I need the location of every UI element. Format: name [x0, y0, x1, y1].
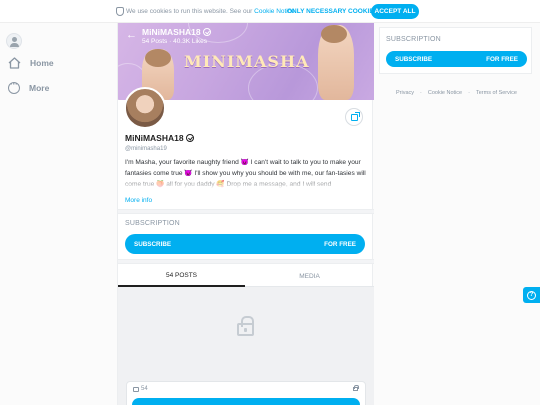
nav-home-label: Home: [30, 58, 54, 68]
sidebar-subscribe-price: FOR FREE: [486, 55, 518, 63]
posts-count: 54 Posts: [142, 38, 168, 45]
only-necessary-cookies-button[interactable]: ONLY NECESSARY COOKIES: [287, 8, 378, 15]
divider: [118, 259, 374, 264]
sidebar-subscribe-button[interactable]: SUBSCRIBE FOR FREE: [386, 51, 527, 67]
banner-watermark: MINIMASHA: [184, 52, 310, 71]
footer-separator: ·: [420, 90, 422, 96]
home-icon: [8, 57, 21, 69]
likes-count: 40.3K Likes: [173, 38, 208, 45]
lock-icon: [353, 385, 359, 391]
accept-all-button[interactable]: ACCEPT ALL: [371, 4, 419, 19]
subscribe-price: FOR FREE: [324, 240, 356, 248]
nav-more-label: More: [29, 83, 50, 93]
avatar-placeholder-icon[interactable]: [6, 33, 22, 49]
nav-item-home[interactable]: Home: [8, 57, 54, 69]
footer-cookie-notice-link[interactable]: Cookie Notice: [428, 90, 462, 96]
tab-posts[interactable]: 54 POSTS: [118, 265, 245, 287]
more-icon: [8, 79, 20, 94]
post-media-count-text: 54: [141, 386, 148, 392]
image-icon: [133, 386, 139, 392]
verified-icon: [185, 134, 194, 142]
subscribe-button[interactable]: SUBSCRIBE FOR FREE: [125, 234, 365, 254]
more-info-link[interactable]: More info: [125, 197, 152, 204]
profile-avatar[interactable]: [124, 87, 166, 129]
locked-content-area: 54: [118, 287, 374, 405]
profile-bio: I'm Masha, your favorite naughty friend …: [125, 157, 368, 189]
subscription-title: SUBSCRIPTION: [125, 220, 180, 227]
verified-icon: [202, 28, 211, 36]
profile-name: MiNiMASHA18: [125, 133, 194, 143]
back-arrow-icon[interactable]: ←: [126, 29, 137, 41]
shield-icon: [116, 7, 124, 16]
lock-icon: [237, 316, 254, 336]
banner-name-text: MiNiMASHA18: [142, 27, 201, 37]
footer-separator: ·: [468, 90, 470, 96]
locked-post-card[interactable]: 54: [126, 381, 366, 405]
sidebar-subscribe-label: SUBSCRIBE: [395, 55, 433, 63]
tab-media[interactable]: MEDIA: [246, 265, 373, 287]
subscribe-label: SUBSCRIBE: [134, 240, 172, 248]
footer-links: Privacy · Cookie Notice · Terms of Servi…: [396, 90, 517, 96]
share-button[interactable]: [345, 108, 363, 126]
share-icon: [350, 111, 360, 121]
content-tabs: 54 POSTS MEDIA: [118, 265, 374, 287]
nav-item-more[interactable]: More: [8, 79, 50, 94]
profile-column: MINIMASHA ← MiNiMASHA18 54 Posts · 40.3K…: [117, 23, 374, 405]
banner-photo-right: [318, 25, 354, 100]
post-media-count: 54: [133, 386, 148, 392]
help-icon: ?: [527, 290, 536, 300]
cookie-message-text: We use cookies to run this website. See …: [126, 8, 253, 15]
help-button[interactable]: ?: [523, 287, 540, 303]
profile-banner: MINIMASHA ← MiNiMASHA18 54 Posts · 40.3K…: [118, 23, 374, 100]
bio-fade: [125, 177, 368, 189]
banner-stats: 54 Posts · 40.3K Likes: [142, 38, 208, 45]
footer-terms-link[interactable]: Terms of Service: [476, 90, 517, 96]
cookie-message: We use cookies to run this website. See …: [126, 8, 295, 15]
profile-handle: @minimasha19: [125, 146, 167, 152]
unlock-button[interactable]: [132, 398, 360, 405]
profile-name-text: MiNiMASHA18: [125, 133, 184, 143]
cookie-banner: We use cookies to run this website. See …: [0, 0, 540, 23]
banner-name: MiNiMASHA18: [142, 27, 211, 37]
sidebar-subscription-title: SUBSCRIPTION: [386, 36, 441, 43]
footer-privacy-link[interactable]: Privacy: [396, 90, 414, 96]
divider: [118, 209, 374, 214]
subscription-card: SUBSCRIPTION SUBSCRIBE FOR FREE: [379, 27, 532, 74]
